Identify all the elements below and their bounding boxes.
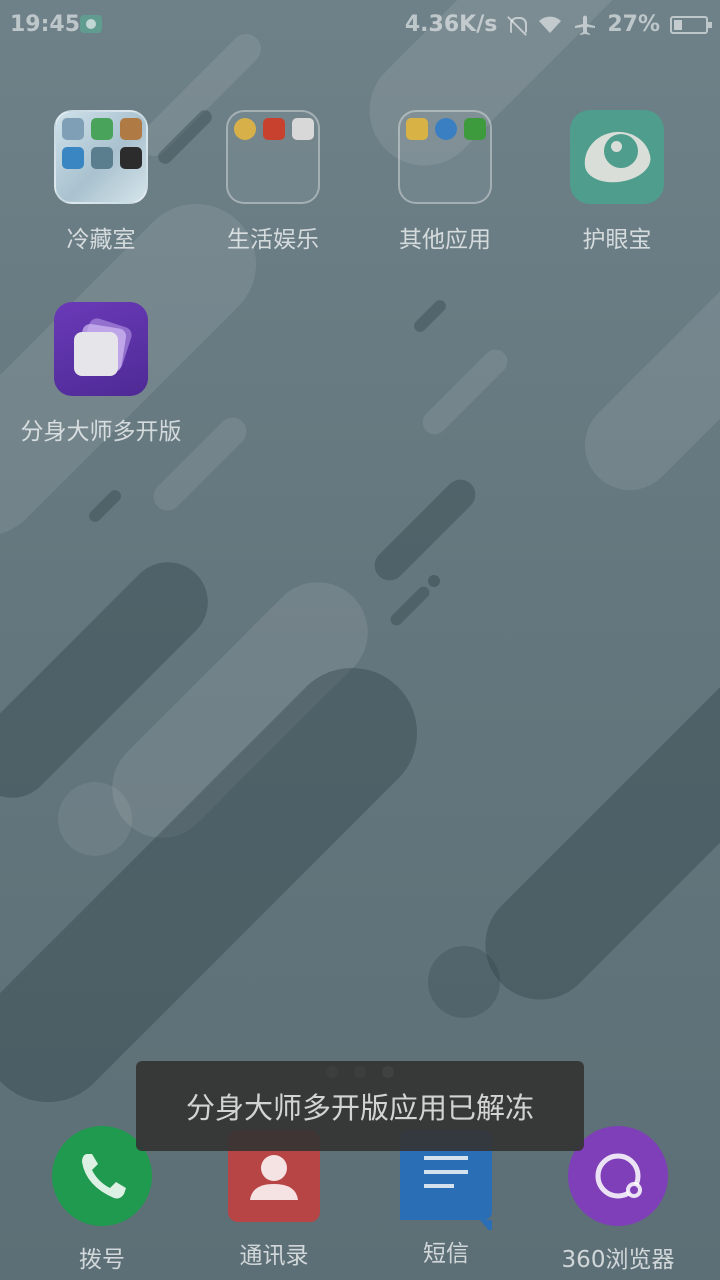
- folder-other-apps[interactable]: 其他应用: [360, 110, 530, 254]
- bell-off-icon: [507, 15, 528, 35]
- app-clone-master[interactable]: 分身大师多开版: [16, 302, 186, 446]
- status-time: 19:45: [10, 12, 81, 37]
- folder-cold-storage[interactable]: 冷藏室: [16, 110, 186, 254]
- wifi-icon: [539, 16, 562, 33]
- dock-label: 360浏览器: [561, 1247, 675, 1273]
- eye-notification-icon: [80, 15, 102, 33]
- app-label: 冷藏室: [66, 227, 136, 253]
- network-speed: 4.36K/s: [404, 12, 498, 37]
- status-bar: 19:45 4.36K/s 27%: [0, 0, 720, 50]
- dock-label: 拨号: [79, 1247, 125, 1273]
- app-label: 生活娱乐: [227, 227, 319, 253]
- dock-label: 通讯录: [239, 1243, 309, 1269]
- battery-icon: [670, 15, 712, 34]
- app-label: 其他应用: [399, 227, 491, 253]
- dock-label: 短信: [423, 1241, 469, 1267]
- app-eye-care[interactable]: 护眼宝: [532, 110, 702, 254]
- toast-message: 分身大师多开版应用已解冻: [136, 1061, 584, 1151]
- app-label: 分身大师多开版: [20, 419, 182, 445]
- folder-icon: [226, 110, 320, 204]
- battery-percent: 27%: [607, 12, 660, 37]
- eye-icon: [570, 110, 664, 204]
- app-label: 护眼宝: [582, 227, 652, 253]
- airplane-icon: [575, 15, 596, 35]
- folder-icon: [54, 110, 148, 204]
- battery-level-fill: [674, 19, 683, 30]
- status-icons: 4.36K/s 27%: [404, 12, 712, 37]
- folder-icon: [398, 110, 492, 204]
- clone-cards-icon: [54, 302, 148, 396]
- folder-life-entertainment[interactable]: 生活娱乐: [188, 110, 358, 254]
